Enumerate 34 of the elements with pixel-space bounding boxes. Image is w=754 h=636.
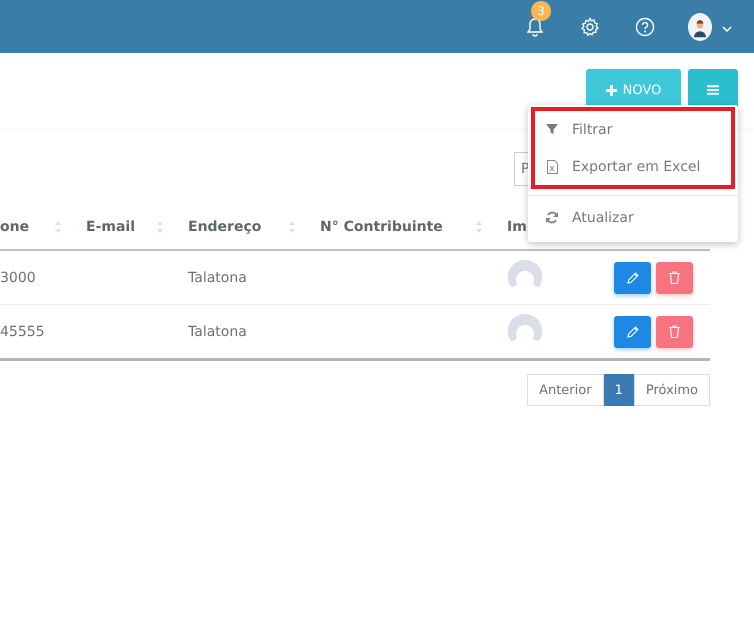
table-cell: Talatona [188,270,247,286]
table-cell: 3000 [0,270,36,286]
menu-item[interactable]: Atualizar [528,199,738,236]
column-header[interactable]: one [0,219,30,235]
column-header[interactable]: N° Contribuinte [320,219,443,235]
pencil-icon [626,272,638,284]
previous-page-button[interactable]: Anterior [527,374,604,406]
edit-button[interactable] [614,262,651,294]
bell-icon[interactable] [526,16,544,36]
file-icon [546,160,558,174]
delete-button[interactable] [656,316,693,348]
menu-item[interactable]: Exportar em Excel [535,148,731,185]
notification-badge: 3 [531,0,551,20]
menu-item[interactable]: Filtrar [535,111,731,148]
page-button[interactable]: 1 [604,374,634,406]
next-page-button[interactable]: Próximo [634,374,710,406]
edit-button[interactable] [614,316,651,348]
column-header[interactable]: Endereço [188,219,262,235]
refresh-icon [546,210,558,224]
trash-icon [669,271,680,284]
delete-button[interactable] [656,262,693,294]
trash-icon [669,325,680,338]
column-header[interactable]: Im [507,219,527,235]
user-avatar[interactable] [688,12,712,40]
table-cell: 45555 [0,324,45,340]
filter-icon [546,122,558,136]
column-header[interactable]: E-mail [86,219,136,235]
chevron-down-icon[interactable] [722,26,732,32]
table-cell: Talatona [188,324,247,340]
settings-icon[interactable] [580,16,600,36]
help-icon[interactable] [635,16,655,36]
pencil-icon [626,326,638,338]
plus-icon [606,84,617,96]
menu-icon [707,85,719,95]
